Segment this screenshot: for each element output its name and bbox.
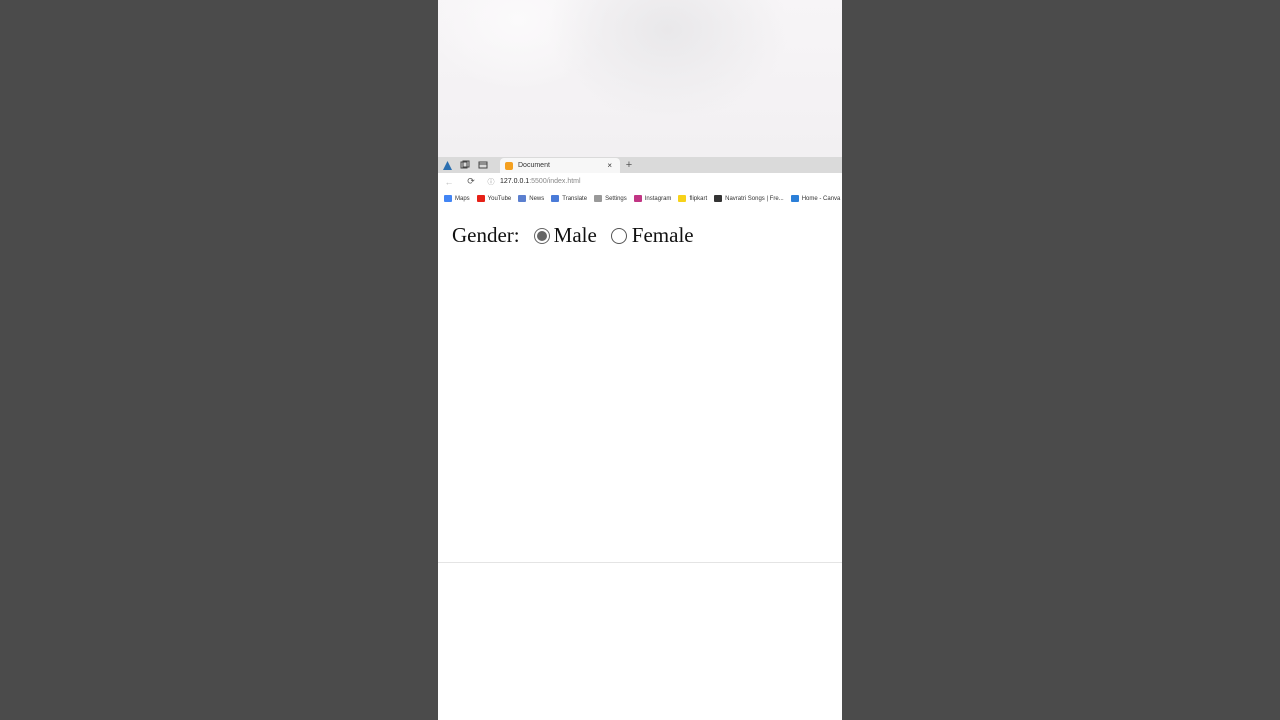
- bookmark-label: Settings: [605, 195, 627, 202]
- url-host: 127.0.0.1: [500, 178, 530, 185]
- tab-document[interactable]: Document ×: [500, 158, 620, 173]
- female-label[interactable]: Female: [632, 223, 694, 248]
- profile-icon[interactable]: [438, 157, 456, 173]
- address-bar-url[interactable]: 127.0.0.1:5500/index.html: [500, 178, 581, 185]
- page-content: Gender: Male Female: [438, 207, 842, 562]
- bookmark-item[interactable]: Instagram: [633, 195, 672, 202]
- bookmark-favicon-icon: [594, 195, 603, 202]
- bookmark-favicon-icon: [444, 195, 452, 202]
- url-path: :5500/index.html: [529, 178, 581, 185]
- bookmark-label: flipkart: [689, 195, 708, 202]
- bookmark-item[interactable]: Home - Canva: [790, 195, 841, 202]
- bookmark-label: Maps: [455, 195, 470, 202]
- bookmark-item[interactable]: Maps: [444, 195, 470, 202]
- bookmark-label: Instagram: [644, 195, 672, 202]
- workspaces-icon[interactable]: [456, 157, 474, 173]
- female-radio[interactable]: [610, 227, 627, 244]
- bookmark-label: Navratri Songs | Fre...: [725, 195, 784, 202]
- bookmark-favicon-icon: [518, 195, 527, 202]
- bookmark-favicon-icon: [633, 195, 642, 202]
- reload-button[interactable]: ⟳: [460, 176, 482, 187]
- browser-window: Document × + ← ⟳ ⓘ 127.0.0.1:5500/index.…: [438, 157, 842, 563]
- male-label[interactable]: Male: [554, 223, 597, 248]
- bookmarks-bar: Maps YouTube News Translate Settings Instagra…: [438, 190, 842, 207]
- bookmark-favicon-icon: [714, 195, 723, 202]
- bookmark-item[interactable]: Navratri Songs | Fre...: [714, 195, 784, 202]
- radio-selected-dot: [536, 230, 547, 241]
- address-bar-row: ← ⟳ ⓘ 127.0.0.1:5500/index.html: [438, 173, 842, 190]
- bookmark-favicon-icon: [476, 195, 485, 202]
- bookmark-item[interactable]: Settings: [594, 195, 627, 202]
- bookmark-favicon-icon: [678, 195, 687, 202]
- tab-strip: Document × +: [438, 157, 842, 173]
- bookmark-label: Home - Canva: [801, 195, 841, 202]
- new-tab-button[interactable]: +: [622, 157, 636, 173]
- bookmark-label: News: [529, 195, 545, 202]
- tab-title: Document: [518, 162, 550, 169]
- male-radio[interactable]: [533, 227, 550, 244]
- bookmark-label: Translate: [562, 195, 588, 202]
- gender-form: Gender: Male Female: [452, 223, 694, 248]
- bookmark-item[interactable]: flipkart: [678, 195, 707, 202]
- close-tab-icon[interactable]: ×: [607, 161, 620, 170]
- document-favicon-icon: [505, 161, 513, 170]
- bookmark-item[interactable]: News: [518, 195, 544, 202]
- site-info-icon[interactable]: ⓘ: [484, 177, 498, 187]
- gender-label: Gender:: [452, 223, 520, 247]
- desktop-wallpaper: [438, 0, 842, 157]
- back-button[interactable]: ←: [438, 177, 460, 187]
- bookmark-favicon-icon: [551, 195, 560, 202]
- bookmark-item[interactable]: Translate: [551, 195, 587, 202]
- phone-frame: Document × + ← ⟳ ⓘ 127.0.0.1:5500/index.…: [438, 0, 842, 720]
- tab-actions-icon[interactable]: [474, 157, 492, 173]
- bookmark-label: YouTube: [487, 195, 512, 202]
- bookmark-item[interactable]: YouTube: [476, 195, 512, 202]
- bookmark-favicon-icon: [790, 195, 799, 202]
